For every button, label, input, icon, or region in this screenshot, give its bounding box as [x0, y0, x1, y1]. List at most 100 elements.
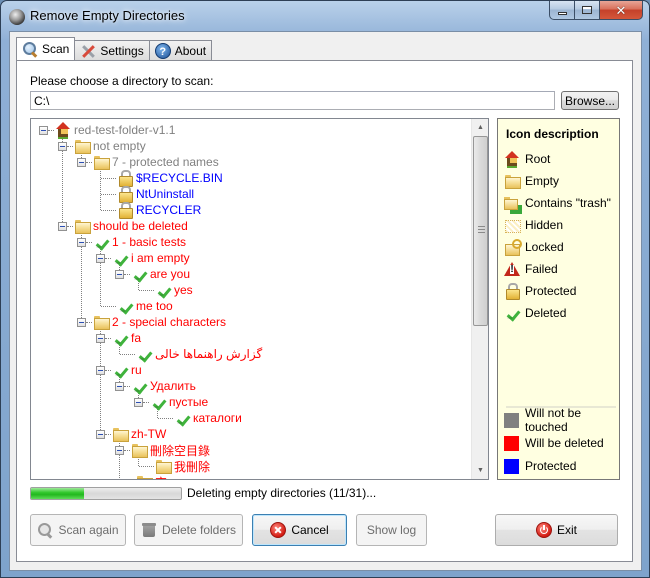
tree-node-label: RECYCLER: [136, 203, 202, 217]
tree-connector: [139, 465, 154, 467]
tree-node[interactable]: 7 - protected names: [77, 154, 219, 170]
tree-node[interactable]: пустые: [134, 394, 208, 410]
delete-folders-button[interactable]: Delete folders: [134, 514, 243, 546]
checkmark-icon: [112, 330, 128, 346]
delete-folders-label: Delete folders: [161, 523, 237, 537]
tree-node[interactable]: red-test-folder-v1.1: [39, 122, 175, 139]
tree-node-label: are you: [150, 267, 191, 281]
tree-node[interactable]: Удалить: [115, 378, 196, 394]
tab-scan[interactable]: Scan: [16, 37, 76, 60]
search-icon: [22, 41, 38, 57]
browse-button[interactable]: Browse...: [561, 91, 619, 110]
collapse-toggle-icon[interactable]: [96, 333, 105, 343]
collapse-toggle-icon[interactable]: [58, 141, 67, 151]
tab-settings[interactable]: Settings: [74, 40, 150, 60]
legend-failed: Failed: [504, 261, 558, 277]
tree-connector: [48, 129, 54, 131]
legend-color-untouched: Will not be touched: [504, 406, 619, 434]
tree-connector: [124, 449, 130, 451]
cancel-button[interactable]: Cancel: [252, 514, 347, 546]
collapse-toggle-icon[interactable]: [115, 269, 124, 279]
status-text: Deleting empty directories (11/31)...: [187, 486, 377, 500]
tree-node[interactable]: 我刪除: [134, 458, 210, 474]
scan-again-button[interactable]: Scan again: [30, 514, 126, 546]
tree-node[interactable]: me too: [96, 298, 173, 314]
tab-settings-label: Settings: [100, 43, 144, 58]
scroll-down-arrow[interactable]: ▼: [472, 462, 488, 479]
legend-title: Icon description: [506, 127, 599, 141]
tree-node[interactable]: fa: [96, 330, 141, 346]
tree-node[interactable]: $RECYCLE.BIN: [96, 170, 223, 187]
close-button[interactable]: ✕: [600, 1, 643, 20]
trash-bin-icon: [141, 522, 157, 538]
tree-node[interactable]: NtUninstall: [96, 186, 194, 203]
tree-scrollbar[interactable]: ▲ ▼: [471, 119, 488, 479]
tree-node[interactable]: گزارش راهنماها خالی: [115, 346, 262, 362]
tree-node[interactable]: zh-TW: [96, 426, 166, 442]
caption-buttons: ✕: [549, 1, 643, 21]
tree-node[interactable]: каталоги: [153, 410, 242, 426]
progress-bar: [30, 487, 182, 500]
power-icon: [535, 522, 552, 538]
close-icon: ✕: [615, 2, 627, 18]
legend-label: Root: [525, 152, 551, 166]
tree-connector: [86, 161, 92, 163]
collapse-toggle-icon[interactable]: [115, 381, 124, 391]
tab-about[interactable]: ? About: [148, 40, 213, 60]
collapse-toggle-icon[interactable]: [77, 157, 86, 167]
scan-panel: Please choose a directory to scan: Brows…: [16, 60, 633, 562]
lock-icon: [504, 283, 520, 300]
folder-icon: [74, 218, 91, 234]
tree-node-label: گزارش راهنماها خالی: [155, 347, 263, 361]
help-icon: ?: [154, 42, 171, 59]
tree-connector: [101, 193, 116, 195]
progress-fill: [31, 488, 85, 499]
icon-legend: Icon description Root Empty Contains "tr…: [497, 118, 620, 480]
cancel-icon: [270, 522, 287, 538]
tree-node-label: Удалить: [150, 379, 196, 393]
tree-node[interactable]: 1 - basic tests: [77, 234, 186, 250]
minimize-button[interactable]: [549, 1, 575, 20]
tree-node-label: $RECYCLE.BIN: [136, 171, 223, 185]
tree-node-label: пустые: [169, 395, 209, 409]
tree-node[interactable]: should be deleted: [58, 218, 188, 234]
collapse-toggle-icon[interactable]: [77, 317, 86, 327]
title-bar[interactable]: Remove Empty Directories ✕: [1, 1, 649, 31]
tree-node[interactable]: 空: [115, 474, 167, 479]
maximize-button[interactable]: [575, 1, 600, 20]
collapse-toggle-icon[interactable]: [58, 221, 67, 231]
collapse-toggle-icon[interactable]: [96, 253, 105, 263]
tree-node-label: i am empty: [131, 251, 190, 265]
grip-icon: [478, 226, 485, 233]
scroll-thumb[interactable]: [473, 136, 488, 326]
tree-connector: [124, 385, 130, 387]
tree-node[interactable]: ru: [96, 362, 142, 378]
maximize-icon: [582, 6, 592, 14]
exit-button[interactable]: Exit: [495, 514, 618, 546]
scroll-up-arrow[interactable]: ▲: [472, 119, 488, 136]
tree-node[interactable]: yes: [134, 282, 193, 298]
checkmark-icon: [131, 378, 147, 394]
tree-connector: [101, 177, 116, 179]
collapse-toggle-icon[interactable]: [96, 365, 105, 375]
tree-node[interactable]: 2 - special characters: [77, 314, 226, 330]
collapse-toggle-icon[interactable]: [134, 397, 143, 407]
collapse-toggle-icon[interactable]: [77, 237, 86, 247]
tab-scan-label: Scan: [42, 42, 70, 56]
tree-node[interactable]: i am empty: [96, 250, 190, 266]
tree-node[interactable]: 刪除空目錄: [115, 442, 210, 458]
tree-connector: [86, 321, 92, 323]
tree-node[interactable]: are you: [115, 266, 190, 282]
show-log-button[interactable]: Show log: [356, 514, 427, 546]
directory-input[interactable]: [30, 91, 555, 110]
tree-node[interactable]: not empty: [58, 138, 146, 154]
directory-label: Please choose a directory to scan:: [30, 74, 214, 88]
folder-tree[interactable]: red-test-folder-v1.1 not empty 7 - protect…: [30, 118, 489, 480]
collapse-toggle-icon[interactable]: [115, 445, 124, 455]
tree-node[interactable]: RECYCLER: [96, 202, 202, 219]
collapse-toggle-icon[interactable]: [39, 125, 48, 135]
legend-trash: Contains "trash": [504, 195, 611, 211]
checkmark-icon: [93, 234, 109, 250]
collapse-toggle-icon[interactable]: [96, 429, 105, 439]
folder-icon: [155, 458, 172, 474]
